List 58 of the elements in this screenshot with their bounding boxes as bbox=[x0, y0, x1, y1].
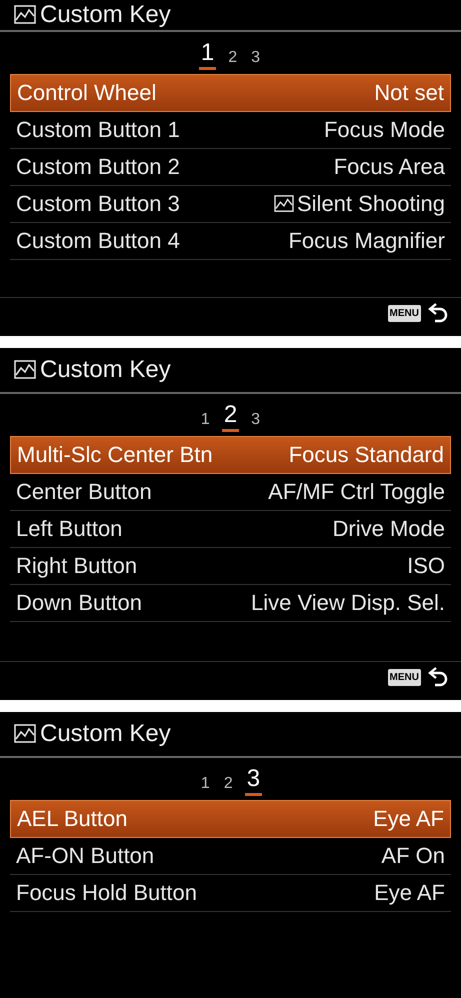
row-label: Custom Button 2 bbox=[16, 154, 180, 180]
menu-key[interactable]: MENU bbox=[388, 668, 421, 686]
menu-row[interactable]: Focus Hold Button Eye AF bbox=[10, 875, 451, 912]
menu-row[interactable]: Down Button Live View Disp. Sel. bbox=[10, 585, 451, 622]
row-label: Custom Button 1 bbox=[16, 117, 180, 143]
menu-title: Custom Key bbox=[40, 1, 171, 29]
page-tab[interactable]: 2 bbox=[222, 775, 235, 796]
menu-row[interactable]: Custom Button 4 Focus Magnifier bbox=[10, 223, 451, 260]
page-tab[interactable]: 1 bbox=[198, 775, 212, 796]
menu-row[interactable]: Center Button AF/MF Ctrl Toggle bbox=[10, 474, 451, 511]
menu-row[interactable]: Right Button ISO bbox=[10, 548, 451, 585]
page-tab[interactable]: 2 bbox=[226, 49, 240, 70]
row-value: Not set bbox=[374, 80, 444, 106]
row-value: AF/MF Ctrl Toggle bbox=[268, 479, 445, 505]
row-value: Focus Area bbox=[334, 154, 445, 180]
row-value: ISO bbox=[407, 553, 445, 579]
row-label: Control Wheel bbox=[17, 80, 156, 106]
picture-frame-icon bbox=[14, 360, 36, 380]
page-tab[interactable]: 3 bbox=[244, 765, 262, 796]
row-label: Multi-Slc Center Btn bbox=[17, 442, 213, 468]
page-tab[interactable]: 3 bbox=[249, 49, 262, 70]
row-value: Live View Disp. Sel. bbox=[250, 590, 445, 616]
menu-row[interactable]: AEL Button Eye AF bbox=[10, 800, 451, 838]
row-value: Focus Mode bbox=[324, 117, 445, 143]
row-value: Focus Magnifier bbox=[288, 228, 445, 254]
menu-row[interactable]: Left Button Drive Mode bbox=[10, 511, 451, 548]
picture-frame-icon bbox=[14, 724, 36, 744]
menu-row[interactable]: Multi-Slc Center Btn Focus Standard bbox=[10, 436, 451, 474]
row-value: Eye AF bbox=[374, 880, 445, 906]
row-label: Down Button bbox=[16, 590, 142, 616]
menu-key[interactable]: MENU bbox=[388, 304, 421, 322]
menu-row[interactable]: Custom Button 2 Focus Area bbox=[10, 149, 451, 186]
row-value: Eye AF bbox=[373, 806, 444, 832]
row-label: Custom Button 3 bbox=[16, 191, 180, 217]
menu-row[interactable]: Custom Button 1 Focus Mode bbox=[10, 112, 451, 149]
picture-frame-icon bbox=[14, 5, 36, 25]
row-label: Focus Hold Button bbox=[16, 880, 197, 906]
page-tab[interactable]: 3 bbox=[249, 411, 262, 432]
row-label: Custom Button 4 bbox=[16, 228, 180, 254]
menu-title: Custom Key bbox=[40, 720, 171, 748]
row-value: Focus Standard bbox=[288, 442, 444, 468]
menu-row[interactable]: AF-ON Button AF On bbox=[10, 838, 451, 875]
row-label: AEL Button bbox=[17, 806, 128, 832]
row-label: Left Button bbox=[16, 516, 122, 542]
page-tab[interactable]: 1 bbox=[198, 411, 212, 432]
page-tab[interactable]: 2 bbox=[222, 401, 240, 432]
menu-title: Custom Key bbox=[40, 356, 171, 384]
back-arrow-icon[interactable] bbox=[427, 302, 449, 324]
row-label: Right Button bbox=[16, 553, 138, 579]
row-value: Silent Shooting bbox=[297, 191, 445, 217]
menu-row[interactable]: Custom Button 3 Silent Shooting bbox=[10, 186, 451, 223]
page-tab[interactable]: 1 bbox=[198, 39, 216, 70]
row-label: Center Button bbox=[16, 479, 152, 505]
row-value: Drive Mode bbox=[332, 516, 445, 542]
row-label: AF-ON Button bbox=[16, 843, 154, 869]
row-value: AF On bbox=[381, 843, 445, 869]
menu-row[interactable]: Control Wheel Not set bbox=[10, 74, 451, 112]
back-arrow-icon[interactable] bbox=[427, 666, 449, 688]
